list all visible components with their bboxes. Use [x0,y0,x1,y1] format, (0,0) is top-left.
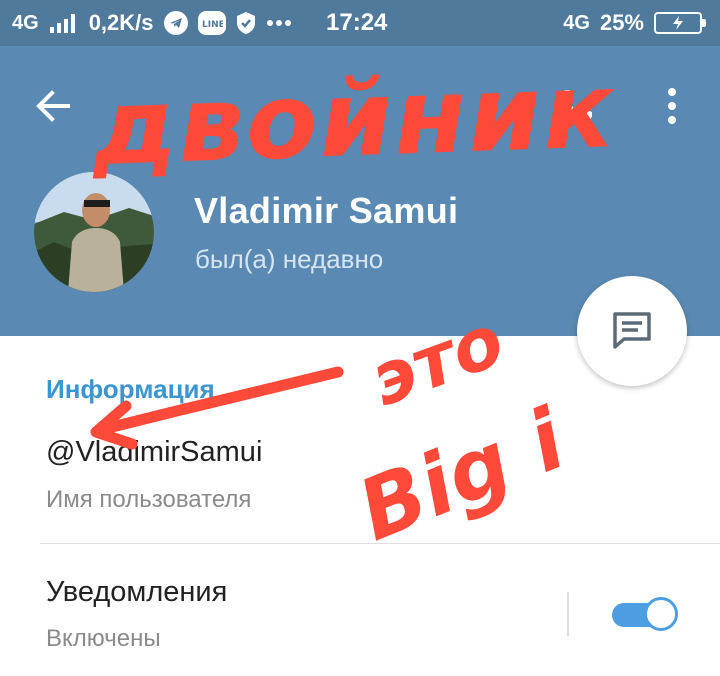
profile-name: Vladimir Samui [194,190,459,231]
line-icon: LINE [197,11,226,35]
clock: 17:24 [326,9,388,36]
status-right: 4G 25% [563,0,706,46]
network-right-label: 4G [563,11,590,34]
battery-percent: 25% [599,10,644,35]
annotation-top: двойник [90,48,618,190]
back-arrow-icon[interactable] [32,84,76,128]
status-left: 4G 0,2K/s LINE [12,0,292,46]
telegram-icon [163,11,188,35]
svg-text:LINE: LINE [202,20,223,29]
network-speed: 0,2K/s [88,10,154,35]
vertical-separator [567,592,569,636]
avatar[interactable] [34,172,154,292]
status-bar: 4G 0,2K/s LINE 17:24 4G 25% [0,0,720,46]
battery-icon [654,12,706,34]
annotation-bottom: Big i [345,390,578,560]
signal-icon [49,14,75,33]
shield-icon [236,12,255,34]
annotation-arrow-icon [90,366,344,450]
notifications-title[interactable]: Уведомления [46,576,227,609]
toggle-knob [644,597,678,631]
more-dots-icon [266,20,291,26]
last-seen-status: был(а) недавно [195,244,384,274]
notifications-caption: Включены [46,625,161,652]
notifications-toggle[interactable] [608,597,678,633]
username-caption: Имя пользователя [46,486,252,513]
avatar-photo [34,172,154,292]
more-vert-icon[interactable] [654,82,690,130]
network-left-label: 4G [12,11,39,34]
message-icon [613,312,651,349]
send-message-button[interactable] [577,276,687,386]
